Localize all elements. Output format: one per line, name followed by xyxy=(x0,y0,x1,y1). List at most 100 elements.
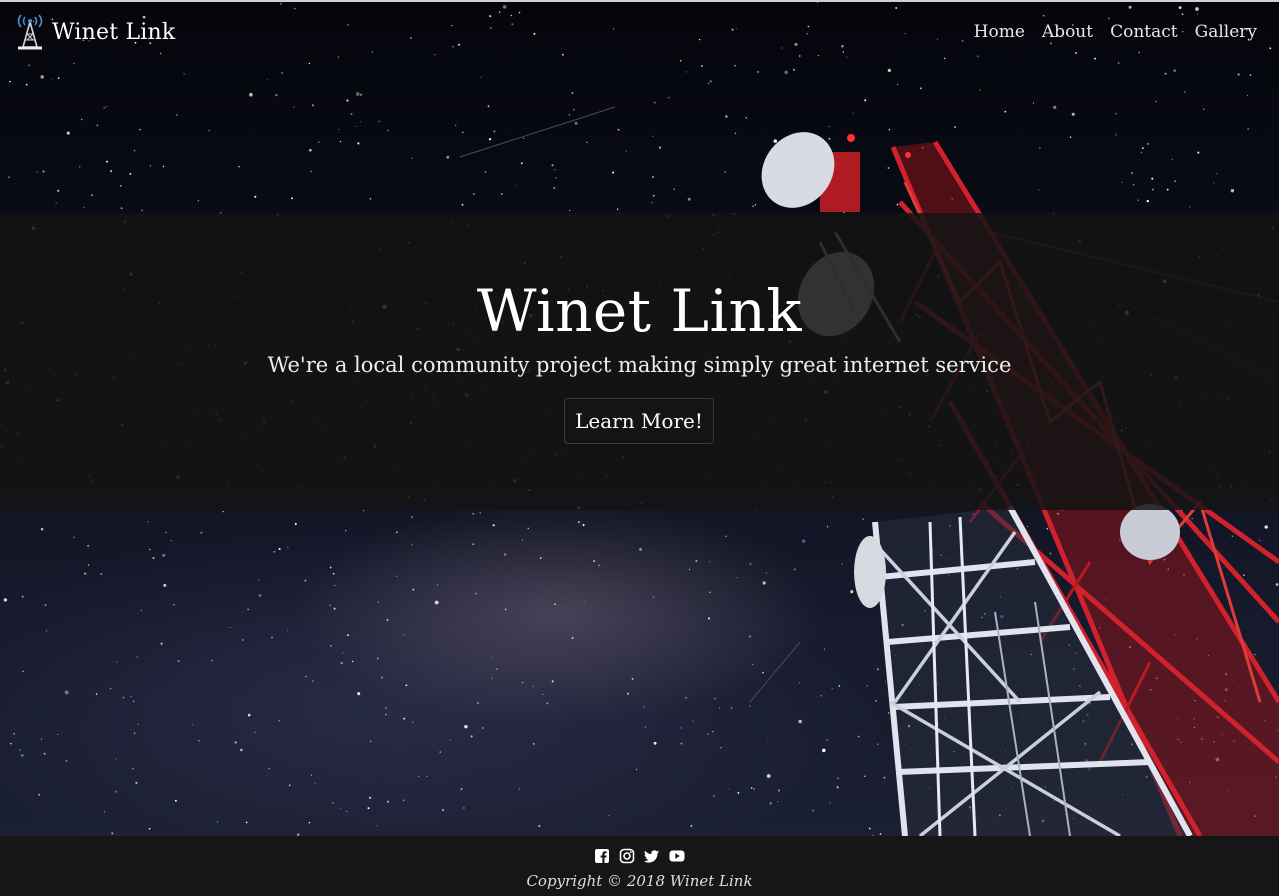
star xyxy=(831,687,833,690)
star xyxy=(773,139,778,143)
star xyxy=(520,162,523,165)
star xyxy=(357,142,360,145)
star xyxy=(461,203,464,206)
star xyxy=(745,116,747,119)
star xyxy=(160,642,163,645)
star xyxy=(310,170,313,173)
star xyxy=(841,563,843,565)
star xyxy=(1247,128,1249,130)
star xyxy=(1197,151,1200,154)
star xyxy=(644,726,646,728)
star xyxy=(162,165,165,168)
star xyxy=(446,155,450,159)
star xyxy=(288,784,291,787)
star xyxy=(308,148,312,152)
star xyxy=(875,700,877,702)
star xyxy=(111,832,114,835)
nav-menu: Home About Contact Gallery xyxy=(957,22,1257,42)
star xyxy=(1216,172,1218,175)
star xyxy=(411,543,414,546)
star xyxy=(709,591,711,594)
star xyxy=(350,113,353,116)
star xyxy=(877,743,879,745)
star xyxy=(866,685,868,687)
star xyxy=(473,193,475,195)
nav-link-about[interactable]: About xyxy=(1042,22,1093,42)
instagram-icon[interactable] xyxy=(619,848,635,864)
star xyxy=(454,124,457,127)
star xyxy=(268,767,270,770)
star xyxy=(10,742,12,745)
star xyxy=(495,667,498,671)
star xyxy=(311,680,314,683)
star xyxy=(728,788,730,790)
nav-link-gallery[interactable]: Gallery xyxy=(1195,22,1257,42)
star xyxy=(51,78,53,80)
star xyxy=(1026,525,1029,528)
star xyxy=(673,188,675,190)
star xyxy=(617,128,620,131)
star xyxy=(658,146,661,149)
learn-more-button[interactable]: Learn More! xyxy=(564,398,714,444)
star xyxy=(136,656,138,658)
brand-link[interactable]: Winet Link xyxy=(14,14,175,50)
nav-link-home[interactable]: Home xyxy=(974,22,1025,42)
star xyxy=(355,125,357,127)
facebook-icon[interactable] xyxy=(594,848,610,864)
star xyxy=(258,579,260,581)
star xyxy=(334,584,336,587)
star xyxy=(449,739,451,741)
star xyxy=(828,125,830,127)
star xyxy=(692,720,694,722)
brand-name: Winet Link xyxy=(52,19,176,45)
star xyxy=(896,203,899,206)
star xyxy=(612,171,615,174)
star xyxy=(577,521,580,524)
twitter-icon[interactable] xyxy=(644,848,660,864)
nav-link-contact[interactable]: Contact xyxy=(1110,22,1178,42)
star xyxy=(287,546,289,548)
star xyxy=(130,695,132,698)
star xyxy=(462,131,464,133)
youtube-icon[interactable] xyxy=(669,848,685,864)
footer: Copyright © 2018 Winet Link xyxy=(0,836,1279,896)
star xyxy=(441,809,444,812)
star xyxy=(386,618,389,622)
star xyxy=(538,825,541,828)
star xyxy=(1038,189,1040,191)
star xyxy=(551,680,554,683)
star xyxy=(1189,206,1191,208)
star xyxy=(395,531,398,534)
star xyxy=(685,71,687,73)
star xyxy=(411,516,414,519)
star xyxy=(384,707,387,709)
star xyxy=(329,566,332,569)
star xyxy=(439,751,441,753)
star xyxy=(287,629,289,631)
star xyxy=(396,575,398,577)
star xyxy=(820,694,822,697)
star xyxy=(492,524,495,527)
star xyxy=(652,596,655,598)
star xyxy=(318,141,320,143)
star xyxy=(222,510,225,513)
top-navbar: Winet Link Home About Contact Gallery xyxy=(0,2,1279,64)
star xyxy=(532,685,534,687)
star xyxy=(608,814,610,817)
star xyxy=(110,170,113,173)
star xyxy=(132,700,135,702)
star xyxy=(1231,535,1234,538)
star xyxy=(116,661,118,663)
star xyxy=(38,793,41,796)
star xyxy=(688,568,691,570)
star xyxy=(368,796,372,799)
star xyxy=(838,684,841,687)
star xyxy=(625,150,627,152)
star xyxy=(355,92,360,96)
star xyxy=(275,94,278,97)
star xyxy=(1230,188,1235,193)
star xyxy=(568,114,571,116)
star xyxy=(554,603,556,606)
star xyxy=(516,185,518,187)
star xyxy=(1004,110,1007,113)
